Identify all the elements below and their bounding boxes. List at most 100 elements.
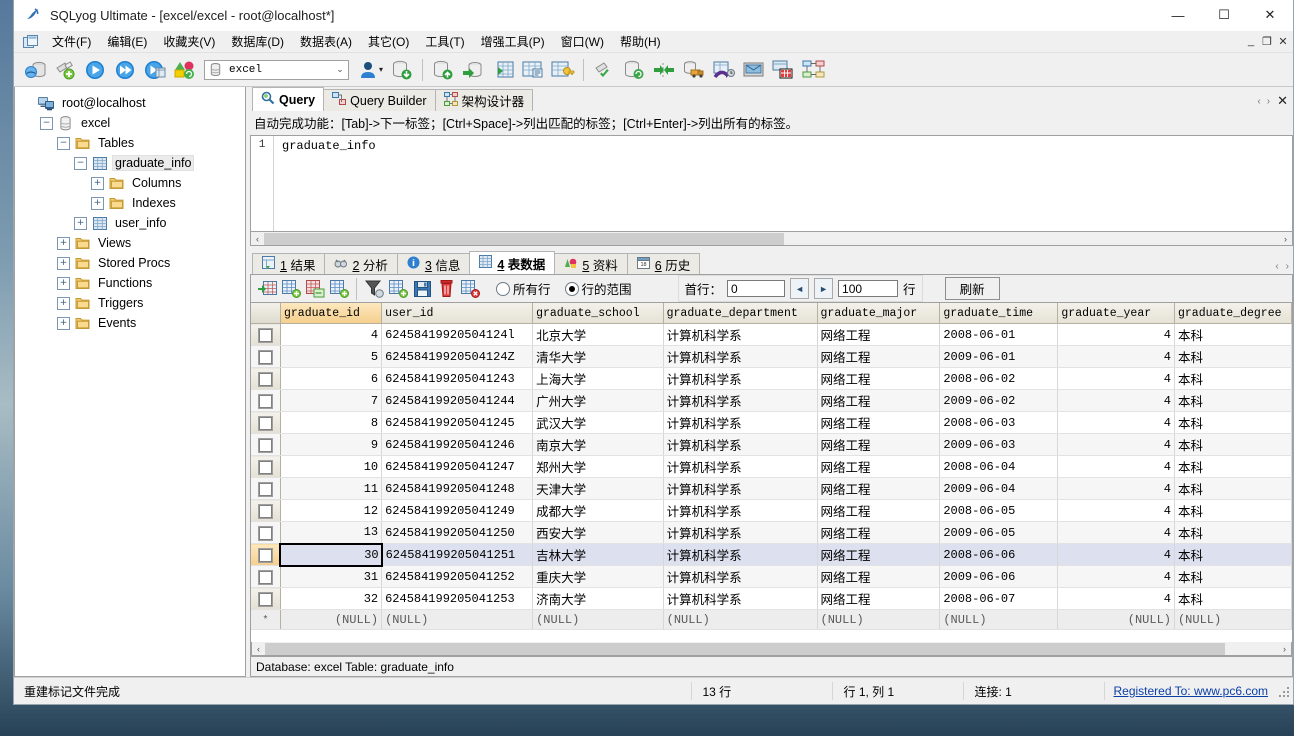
cell-graduate_year[interactable]: 4 xyxy=(1057,345,1175,368)
cell-graduate_time[interactable]: 2009-06-02 xyxy=(939,389,1059,412)
spin-next-button[interactable]: ► xyxy=(814,278,834,299)
cell-user_id[interactable]: 624584199205041246 xyxy=(381,433,534,456)
editor-hscrollbar[interactable]: ‹ › xyxy=(250,232,1293,246)
import-external-data-icon[interactable] xyxy=(387,55,417,85)
cell-user_id[interactable]: 624584199205041252 xyxy=(381,565,534,588)
table-diagnostics-icon[interactable] xyxy=(518,55,548,85)
result-tab-next-icon[interactable]: › xyxy=(1284,261,1291,272)
cell-graduate_time[interactable]: 2009-06-04 xyxy=(939,477,1059,500)
cell-graduate_id[interactable]: 13 xyxy=(280,521,383,544)
cancel-changes-icon[interactable] xyxy=(458,277,482,301)
cell-graduate_department[interactable]: 计算机科学系 xyxy=(663,433,818,456)
clone-row-icon[interactable] xyxy=(327,277,351,301)
grid-hscrollbar[interactable]: ‹ › xyxy=(251,642,1292,656)
cell-graduate_year[interactable]: 4 xyxy=(1057,389,1175,412)
row-selector-checkbox[interactable] xyxy=(251,433,281,456)
cell-graduate_department[interactable]: 计算机科学系 xyxy=(663,411,818,434)
manage-indexes-icon[interactable] xyxy=(548,55,578,85)
cell-graduate_year[interactable]: 4 xyxy=(1057,543,1175,566)
column-header-graduate_year[interactable]: graduate_year xyxy=(1057,303,1175,324)
schema-sync-icon[interactable] xyxy=(649,55,679,85)
tab-query[interactable]: Query xyxy=(252,87,325,111)
cell-graduate_degree[interactable]: 本科 xyxy=(1174,565,1292,588)
tree-node-columns[interactable]: + Columns xyxy=(23,173,245,193)
table-row[interactable]: 4 62458419920504124l 北京大学 计算机科学系 网络工程 2008-06… xyxy=(251,323,1292,346)
cell-user_id[interactable]: 624584199205041243 xyxy=(381,367,534,390)
expand-icon[interactable]: + xyxy=(74,216,87,230)
cell-graduate_school[interactable]: 武汉大学 xyxy=(532,411,664,434)
tree-node-functions[interactable]: + Functions xyxy=(23,273,245,293)
cell-graduate_major[interactable]: 网络工程 xyxy=(817,433,941,456)
cell-graduate_id[interactable]: 12 xyxy=(280,499,383,522)
tree-node-indexes[interactable]: + Indexes xyxy=(23,193,245,213)
expand-icon[interactable]: + xyxy=(57,236,70,250)
menu-database[interactable]: 数据库(D) xyxy=(223,31,292,52)
menu-other[interactable]: 其它(O) xyxy=(360,31,417,52)
cell-graduate_department[interactable]: 计算机科学系 xyxy=(663,455,818,478)
cell-graduate_major[interactable]: 网络工程 xyxy=(817,411,941,434)
new-cell-graduate_id[interactable]: (NULL) xyxy=(280,609,383,630)
cell-graduate_department[interactable]: 计算机科学系 xyxy=(663,323,818,346)
spin-prev-button[interactable]: ◄ xyxy=(790,278,810,299)
grid-scroll-track[interactable] xyxy=(265,642,1278,655)
new-connection-icon[interactable] xyxy=(50,55,80,85)
duplicate-row-icon[interactable] xyxy=(279,277,303,301)
cell-graduate_school[interactable]: 上海大学 xyxy=(532,367,664,390)
cell-graduate_year[interactable]: 4 xyxy=(1057,565,1175,588)
cell-graduate_department[interactable]: 计算机科学系 xyxy=(663,345,818,368)
cell-graduate_major[interactable]: 网络工程 xyxy=(817,499,941,522)
registration-link[interactable]: Registered To: www.pc6.com xyxy=(1105,684,1276,698)
data-grid-container[interactable]: graduate_id user_id graduate_school graduat… xyxy=(251,302,1292,642)
tree-node-tables[interactable]: − Tables xyxy=(23,133,245,153)
new-cell-graduate_time[interactable]: (NULL) xyxy=(939,609,1059,630)
stop-refresh-icon[interactable] xyxy=(170,55,200,85)
expand-icon[interactable]: + xyxy=(91,196,104,210)
menu-window[interactable]: 窗口(W) xyxy=(553,31,612,52)
cell-graduate_school[interactable]: 清华大学 xyxy=(532,345,664,368)
row-selector-checkbox[interactable] xyxy=(251,411,281,434)
mdi-close-button[interactable]: ✕ xyxy=(1275,33,1291,49)
cell-graduate_department[interactable]: 计算机科学系 xyxy=(663,389,818,412)
cell-graduate_time[interactable]: 2008-06-07 xyxy=(939,587,1059,610)
grid-scroll-thumb[interactable] xyxy=(265,642,1225,655)
tree-node-triggers[interactable]: + Triggers xyxy=(23,293,245,313)
close-button[interactable]: ✕ xyxy=(1247,0,1293,30)
table-row[interactable]: 13 624584199205041250 西安大学 计算机科学系 网络工程 2009-0… xyxy=(251,521,1292,544)
column-header-graduate_major[interactable]: graduate_major xyxy=(817,303,941,324)
user-dropdown-arrow-icon[interactable]: ▾ xyxy=(379,65,383,74)
cell-graduate_time[interactable]: 2008-06-04 xyxy=(939,455,1059,478)
cell-user_id[interactable]: 624584199205041249 xyxy=(381,499,534,522)
cell-graduate_department[interactable]: 计算机科学系 xyxy=(663,587,818,610)
collapse-icon[interactable]: − xyxy=(40,116,53,130)
table-row[interactable]: 6 624584199205041243 上海大学 计算机科学系 网络工程 2008-06… xyxy=(251,367,1292,390)
tree-node-root-localhost[interactable]: root@localhost xyxy=(23,93,245,113)
cell-graduate_major[interactable]: 网络工程 xyxy=(817,521,941,544)
cell-graduate_time[interactable]: 2008-06-02 xyxy=(939,367,1059,390)
grid-scroll-left-icon[interactable]: ‹ xyxy=(252,644,265,654)
cell-graduate_major[interactable]: 网络工程 xyxy=(817,345,941,368)
radio-all-rows[interactable]: 所有行 xyxy=(496,279,551,298)
row-selector-checkbox[interactable] xyxy=(251,389,281,412)
new-cell-graduate_major[interactable]: (NULL) xyxy=(817,609,941,630)
cell-graduate_school[interactable]: 南京大学 xyxy=(532,433,664,456)
import-to-table-icon[interactable] xyxy=(488,55,518,85)
connection-manager-icon[interactable] xyxy=(20,55,50,85)
cell-graduate_major[interactable]: 网络工程 xyxy=(817,587,941,610)
expand-icon[interactable]: + xyxy=(57,276,70,290)
row-limit-input[interactable]: 100 xyxy=(838,280,899,297)
scroll-right-icon[interactable]: › xyxy=(1279,234,1292,244)
first-row-input[interactable]: 0 xyxy=(727,280,786,297)
radio-all-rows-button[interactable] xyxy=(496,281,510,296)
cell-graduate_id[interactable]: 9 xyxy=(280,433,383,456)
result-tab-3[interactable]: 3 信息 xyxy=(396,253,471,274)
restore-from-dump-icon[interactable] xyxy=(458,55,488,85)
cell-graduate_year[interactable]: 4 xyxy=(1057,323,1175,346)
cell-graduate_school[interactable]: 吉林大学 xyxy=(532,543,664,566)
tree-node-stored-procs[interactable]: + Stored Procs xyxy=(23,253,245,273)
tab-query-builder[interactable]: Query Builder xyxy=(323,89,436,111)
cell-graduate_school[interactable]: 西安大学 xyxy=(532,521,664,544)
cell-graduate_major[interactable]: 网络工程 xyxy=(817,565,941,588)
result-tab-prev-icon[interactable]: ‹ xyxy=(1273,261,1280,272)
cell-graduate_year[interactable]: 4 xyxy=(1057,587,1175,610)
cell-graduate_school[interactable]: 郑州大学 xyxy=(532,455,664,478)
